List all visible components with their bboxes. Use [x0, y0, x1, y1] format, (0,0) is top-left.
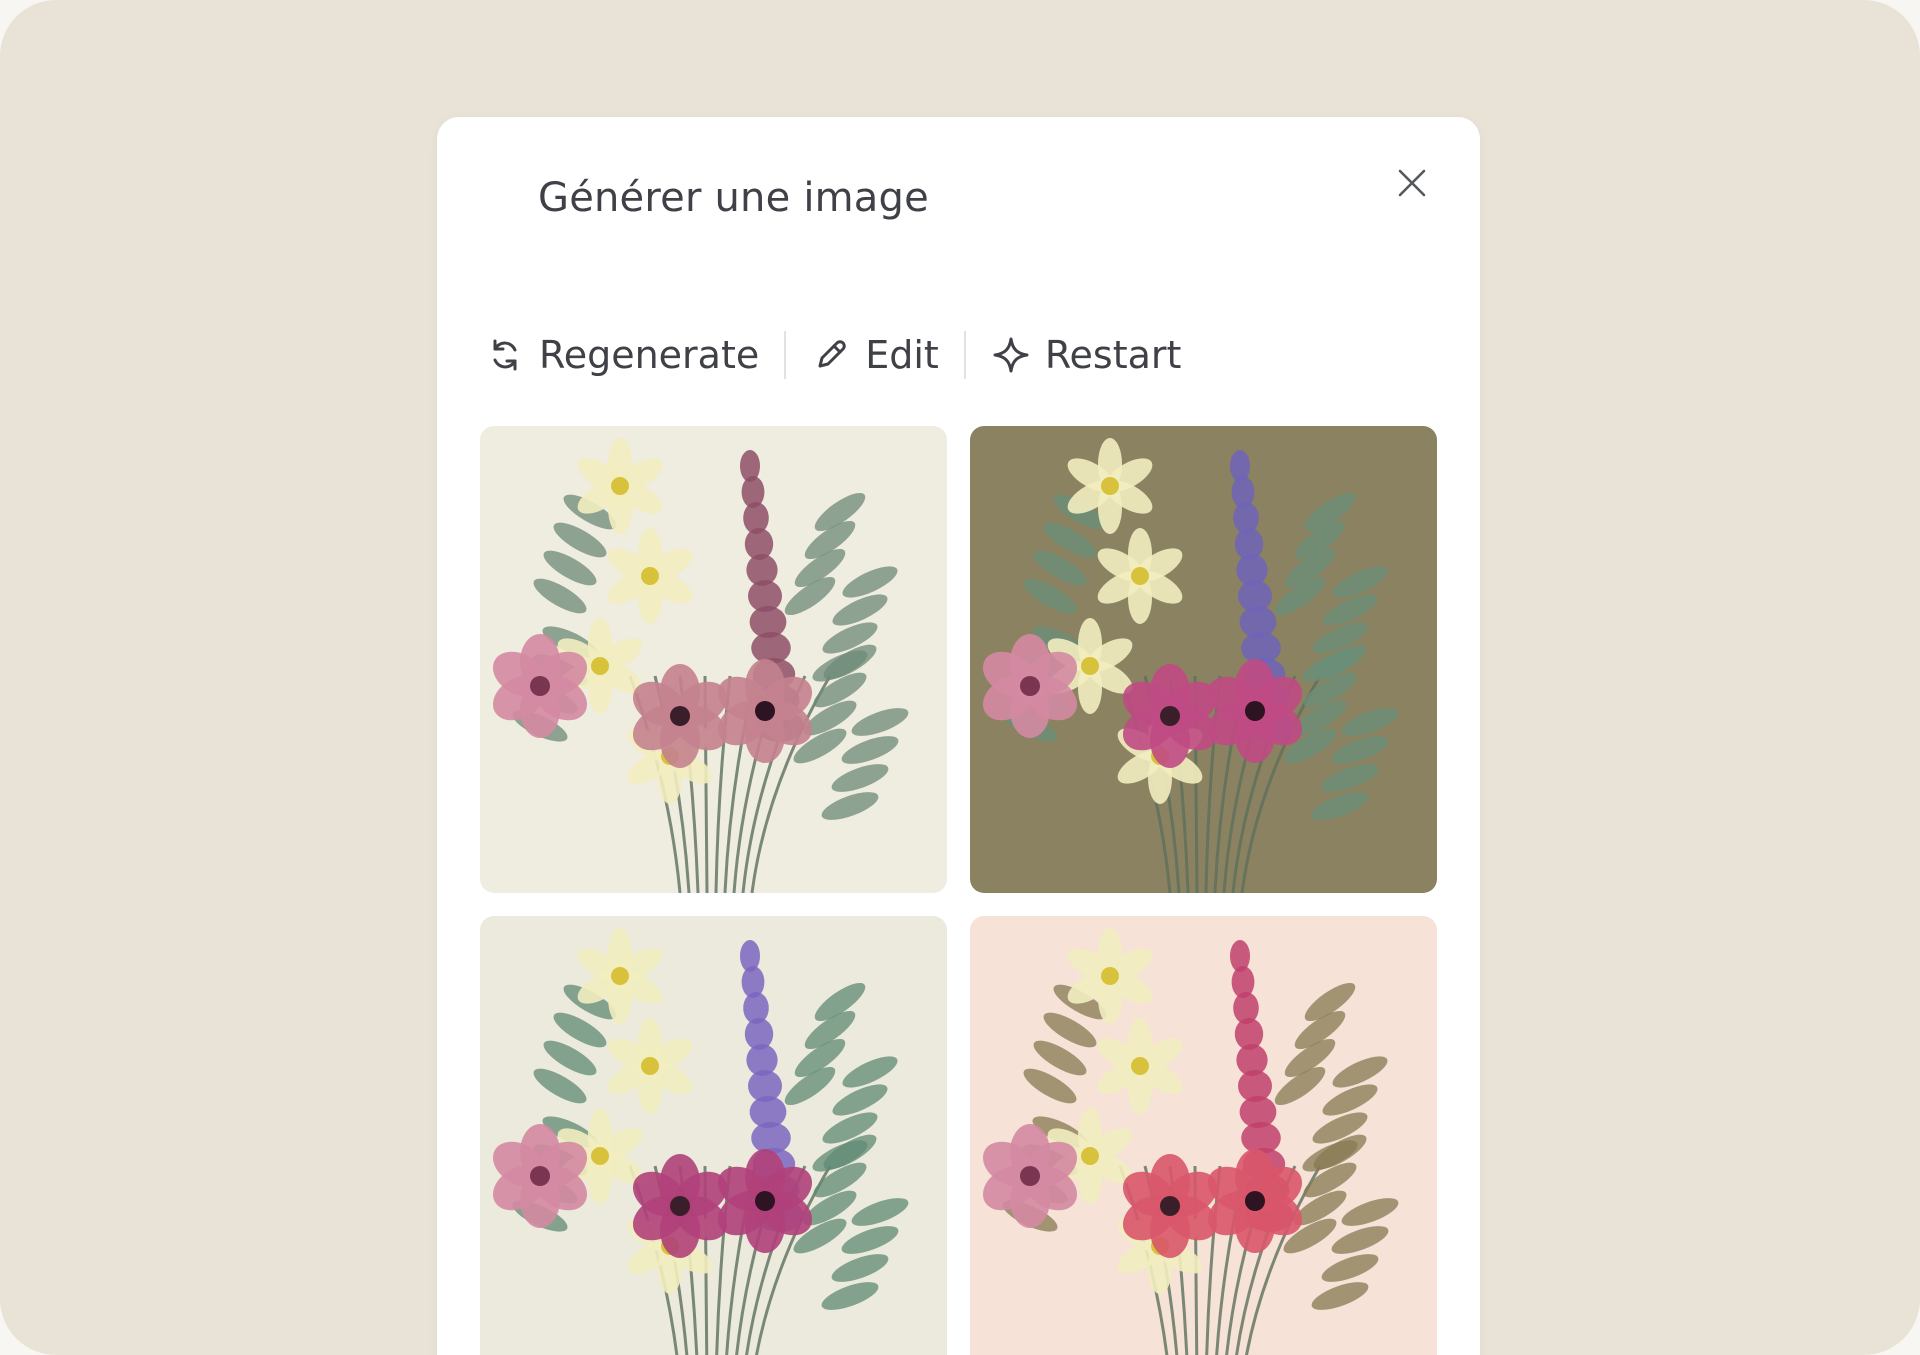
generated-image-1[interactable] [480, 426, 947, 893]
edit-button[interactable]: Edit [811, 325, 939, 385]
page-background: Générer une image Regenerate Edit Restar… [0, 0, 1920, 1355]
image-actions-toolbar: Regenerate Edit Restart [485, 325, 1181, 385]
close-icon [1397, 168, 1427, 202]
restart-label: Restart [1044, 333, 1182, 377]
generated-image-2[interactable] [970, 426, 1437, 893]
toolbar-divider [784, 331, 787, 379]
regenerate-button[interactable]: Regenerate [485, 325, 759, 385]
generate-image-dialog: Générer une image Regenerate Edit Restar… [437, 117, 1480, 1355]
sparkle-icon [991, 335, 1031, 375]
pencil-icon [811, 335, 851, 375]
regenerate-label: Regenerate [539, 333, 760, 377]
close-button[interactable] [1392, 165, 1432, 205]
generated-image-4[interactable] [970, 916, 1437, 1355]
dialog-title: Générer une image [538, 175, 929, 221]
toolbar-divider [963, 331, 966, 379]
restart-button[interactable]: Restart [991, 325, 1182, 385]
edit-label: Edit [865, 333, 939, 377]
generated-image-3[interactable] [480, 916, 947, 1355]
refresh-icon [485, 335, 525, 375]
